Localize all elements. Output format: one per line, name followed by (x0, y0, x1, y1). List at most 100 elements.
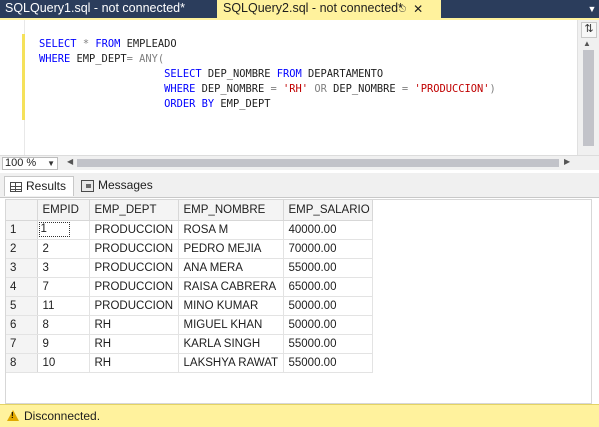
editor-vertical-scrollbar[interactable]: ⇅ ▲ (577, 20, 599, 155)
warning-mark: ! (11, 411, 14, 420)
code-line[interactable]: WHERE EMP_DEPT= ANY( (39, 52, 496, 67)
table-cell[interactable]: KARLA SINGH (178, 334, 284, 354)
table-cell[interactable]: MINO KUMAR (178, 296, 284, 316)
grid-icon (10, 181, 22, 192)
vertical-scroll-thumb[interactable] (583, 50, 594, 146)
table-cell[interactable]: 9 (37, 334, 90, 354)
table-cell[interactable]: 10 (37, 353, 90, 373)
change-tracking-bar (22, 34, 25, 120)
tab-messages-label: Messages (98, 178, 153, 192)
row-number-cell[interactable]: 1 (6, 220, 38, 240)
table-cell[interactable]: 1 (37, 220, 90, 240)
query-editor[interactable]: SELECT * FROM EMPLEADO WHERE EMP_DEPT= AN… (0, 18, 599, 155)
code-token: OR (314, 83, 327, 95)
table-row[interactable]: 7 9 RH KARLA SINGH 55000.00 (6, 334, 373, 354)
table-cell[interactable]: RAISA CABRERA (178, 277, 284, 297)
table-cell[interactable]: 50000.00 (283, 315, 373, 335)
tab-messages[interactable]: Messages (76, 176, 153, 196)
table-row[interactable]: 1 1 PRODUCCION ROSA M 40000.00 (6, 220, 373, 240)
code-line[interactable]: SELECT * FROM EMPLEADO (39, 37, 496, 52)
horizontal-scroll-thumb[interactable] (77, 159, 559, 167)
table-row[interactable]: 4 7 PRODUCCION RAISA CABRERA 65000.00 (6, 277, 373, 297)
close-icon[interactable]: ✕ (413, 2, 423, 16)
table-cell[interactable]: PRODUCCION (89, 296, 179, 316)
split-view-icon[interactable]: ⇅ (581, 22, 597, 38)
table-cell[interactable]: MIGUEL KHAN (178, 315, 284, 335)
row-number-cell[interactable]: 8 (6, 353, 38, 373)
table-cell[interactable]: RH (89, 353, 179, 373)
tab-overflow-chevron-down-icon[interactable]: ▼ (585, 0, 599, 18)
row-number-cell[interactable]: 3 (6, 258, 38, 278)
row-number-cell[interactable]: 6 (6, 315, 38, 335)
results-grid[interactable]: EMPID EMP_DEPT EMP_NOMBRE EMP_SALARIO 11… (5, 199, 592, 404)
table-cell[interactable]: 65000.00 (283, 277, 373, 297)
table-cell[interactable]: 8 (37, 315, 90, 335)
zoom-select[interactable]: 100 % ▼ (2, 157, 58, 170)
code-line[interactable]: SELECT DEP_NOMBRE FROM DEPARTAMENTO (39, 67, 496, 82)
code-token: DEP_NOMBRE (201, 68, 277, 80)
row-number-cell[interactable]: 7 (6, 334, 38, 354)
code-token: FROM (95, 38, 121, 50)
table-cell[interactable]: 3 (37, 258, 90, 278)
table-cell[interactable]: PEDRO MEJIA (178, 239, 284, 259)
row-number-cell[interactable]: 2 (6, 239, 38, 259)
status-text: Disconnected. (24, 409, 101, 423)
table-row[interactable]: 8 10 RH LAKSHYA RAWAT 55000.00 (6, 353, 373, 373)
editor-horizontal-bar: 100 % ▼ ◀ ▶ (0, 155, 599, 170)
table-row[interactable]: 3 3 PRODUCCION ANA MERA 55000.00 (6, 258, 373, 278)
table-row[interactable]: 6 8 RH MIGUEL KHAN 50000.00 (6, 315, 373, 335)
tab-results[interactable]: Results (4, 176, 74, 196)
row-number-cell[interactable]: 5 (6, 296, 38, 316)
table-row[interactable]: 2 2 PRODUCCION PEDRO MEJIA 70000.00 (6, 239, 373, 259)
code-token: ANY( (139, 53, 165, 65)
table-cell[interactable]: LAKSHYA RAWAT (178, 353, 284, 373)
zoom-value: 100 % (5, 157, 37, 169)
row-number-cell[interactable]: 4 (6, 277, 38, 297)
chevron-down-icon[interactable]: ▼ (47, 158, 55, 170)
table-cell[interactable]: 50000.00 (283, 296, 373, 316)
table-cell[interactable]: RH (89, 334, 179, 354)
table-cell[interactable]: 55000.00 (283, 353, 373, 373)
code-token: 'RH' (283, 83, 309, 95)
table-cell[interactable]: PRODUCCION (89, 277, 179, 297)
results-table: EMPID EMP_DEPT EMP_NOMBRE EMP_SALARIO 11… (6, 200, 373, 373)
code-token: WHERE (39, 53, 71, 65)
table-cell[interactable]: 55000.00 (283, 334, 373, 354)
code-token: EMP_DEPT (70, 53, 127, 65)
column-header-emp-nombre[interactable]: EMP_NOMBRE (178, 200, 284, 221)
table-cell[interactable]: 55000.00 (283, 258, 373, 278)
pin-icon[interactable]: ⎋ (399, 4, 406, 15)
code-token: DEP_NOMBRE (326, 83, 402, 95)
table-cell[interactable]: PRODUCCION (89, 258, 179, 278)
scroll-up-arrow-icon[interactable]: ▲ (583, 39, 591, 48)
table-cell[interactable]: ANA MERA (178, 258, 284, 278)
messages-icon (81, 179, 94, 192)
document-tab-strip: SQLQuery1.sql - not connected* SQLQuery2… (0, 0, 599, 18)
row-number-header[interactable] (6, 200, 38, 221)
column-header-emp-salario[interactable]: EMP_SALARIO (283, 200, 373, 221)
code-line[interactable]: WHERE DEP_NOMBRE = 'RH' OR DEP_NOMBRE = … (39, 82, 496, 97)
results-pane: EMPID EMP_DEPT EMP_NOMBRE EMP_SALARIO 11… (0, 197, 599, 404)
tab-results-label: Results (26, 179, 67, 193)
sql-code[interactable]: SELECT * FROM EMPLEADO WHERE EMP_DEPT= AN… (39, 37, 496, 112)
table-cell[interactable]: 40000.00 (283, 220, 373, 240)
table-cell[interactable]: 70000.00 (283, 239, 373, 259)
table-cell[interactable]: PRODUCCION (89, 220, 179, 240)
code-token: SELECT (164, 68, 202, 80)
table-cell[interactable]: 2 (37, 239, 90, 259)
tab-sqlquery1[interactable]: SQLQuery1.sql - not connected* (2, 0, 214, 18)
column-header-emp-dept[interactable]: EMP_DEPT (89, 200, 179, 221)
code-line[interactable]: ORDER BY EMP_DEPT (39, 97, 496, 112)
code-token: FROM (276, 68, 302, 80)
table-cell[interactable]: RH (89, 315, 179, 335)
table-cell[interactable]: 7 (37, 277, 90, 297)
column-header-empid[interactable]: EMPID (37, 200, 90, 221)
code-token: DEP_NOMBRE (195, 83, 271, 95)
table-row[interactable]: 5 11 PRODUCCION MINO KUMAR 50000.00 (6, 296, 373, 316)
table-cell[interactable]: PRODUCCION (89, 239, 179, 259)
scroll-left-arrow-icon[interactable]: ◀ (67, 157, 73, 166)
scroll-right-arrow-icon[interactable]: ▶ (564, 157, 570, 166)
table-cell[interactable]: 11 (37, 296, 90, 316)
table-cell[interactable]: ROSA M (178, 220, 284, 240)
